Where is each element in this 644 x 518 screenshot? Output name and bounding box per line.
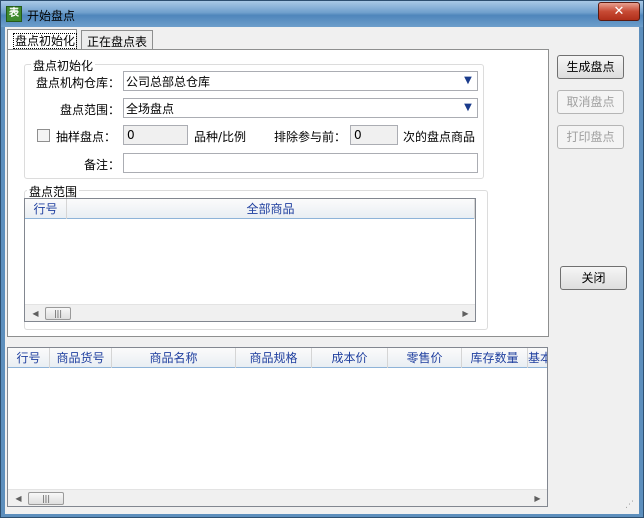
exclude-input[interactable]: 0 [350,125,398,145]
col-stock[interactable]: 库存数量 [462,348,528,368]
detail-grid: 行号 商品货号 商品名称 商品规格 成本价 零售价 库存数量 基本 ◀ ||| … [7,347,548,507]
remark-input[interactable] [123,153,478,173]
remark-label: 备注： [84,158,121,172]
detail-grid-header: 行号 商品货号 商品名称 商品规格 成本价 零售价 库存数量 基本 [8,348,547,368]
tab-inventory-label: 正在盘点表 [87,35,148,49]
tab-init[interactable]: 盘点初始化 [7,29,78,51]
scroll-thumb[interactable]: ||| [28,492,64,505]
col-row[interactable]: 行号 [8,348,50,368]
scope-combo[interactable]: 全场盘点 ▼ [123,98,478,118]
scope-col-all[interactable]: 全部商品 [67,199,475,219]
scroll-right-icon[interactable]: ▶ [457,305,474,321]
sampling-input[interactable]: 0 [123,125,188,145]
detail-hscroll[interactable]: ◀ ||| ▶ [8,489,547,506]
cancel-button[interactable]: 取消盘点 [557,90,624,114]
scope-col-row[interactable]: 行号 [25,199,67,219]
col-retail[interactable]: 零售价 [388,348,462,368]
sampling-label: 抽样盘点： [56,130,117,144]
app-icon: 表 [6,6,22,22]
col-spec[interactable]: 商品规格 [236,348,312,368]
resize-grip-icon[interactable]: ⋰ [625,500,637,512]
sampling-checkbox[interactable] [37,129,50,142]
client-area: 盘点初始化 正在盘点表 盘点初始化 盘点机构仓库： 公司总部总仓库 ▼ 盘点范围… [5,27,639,514]
exclude-suffix: 次的盘点商品 [403,130,476,144]
scope-grid: 行号 全部商品 ◀ ||| ▶ [24,198,476,322]
init-group-title: 盘点初始化 [31,57,96,74]
col-code[interactable]: 商品货号 [50,348,112,368]
warehouse-label: 盘点机构仓库： [36,76,121,90]
chevron-down-icon[interactable]: ▼ [461,73,475,89]
scope-grid-header: 行号 全部商品 [25,199,475,219]
exclude-label: 排除参与前： [274,130,347,144]
close-window-button[interactable]: ✕ [598,2,640,21]
print-button[interactable]: 打印盘点 [557,125,624,149]
window-title: 开始盘点 [27,9,76,23]
warehouse-combo[interactable]: 公司总部总仓库 ▼ [123,71,478,91]
scroll-right-icon[interactable]: ▶ [529,490,546,506]
tab-page-init: 盘点初始化 盘点机构仓库： 公司总部总仓库 ▼ 盘点范围： 全场盘点 ▼ 抽样盘… [7,49,549,337]
tab-inventory[interactable]: 正在盘点表 [81,30,153,50]
sampling-unit: 品种/比例 [194,130,247,144]
window: 表 开始盘点 ✕ 盘点初始化 正在盘点表 盘点初始化 盘点机构仓库： 公司总部总… [0,0,644,518]
scope-label: 盘点范围： [60,103,121,117]
col-basic[interactable]: 基本 [528,348,547,368]
close-button[interactable]: 关闭 [560,266,627,290]
tab-init-label: 盘点初始化 [13,33,78,49]
scroll-thumb[interactable]: ||| [45,307,71,320]
warehouse-value: 公司总部总仓库 [126,75,211,89]
scroll-left-icon[interactable]: ◀ [10,490,27,506]
generate-button[interactable]: 生成盘点 [557,55,624,79]
chevron-down-icon[interactable]: ▼ [461,100,475,116]
scroll-left-icon[interactable]: ◀ [27,305,44,321]
col-cost[interactable]: 成本价 [312,348,388,368]
scope-value: 全场盘点 [126,102,175,116]
title-bar[interactable]: 表 开始盘点 ✕ [1,1,643,27]
scope-hscroll[interactable]: ◀ ||| ▶ [25,304,475,321]
col-name[interactable]: 商品名称 [112,348,236,368]
